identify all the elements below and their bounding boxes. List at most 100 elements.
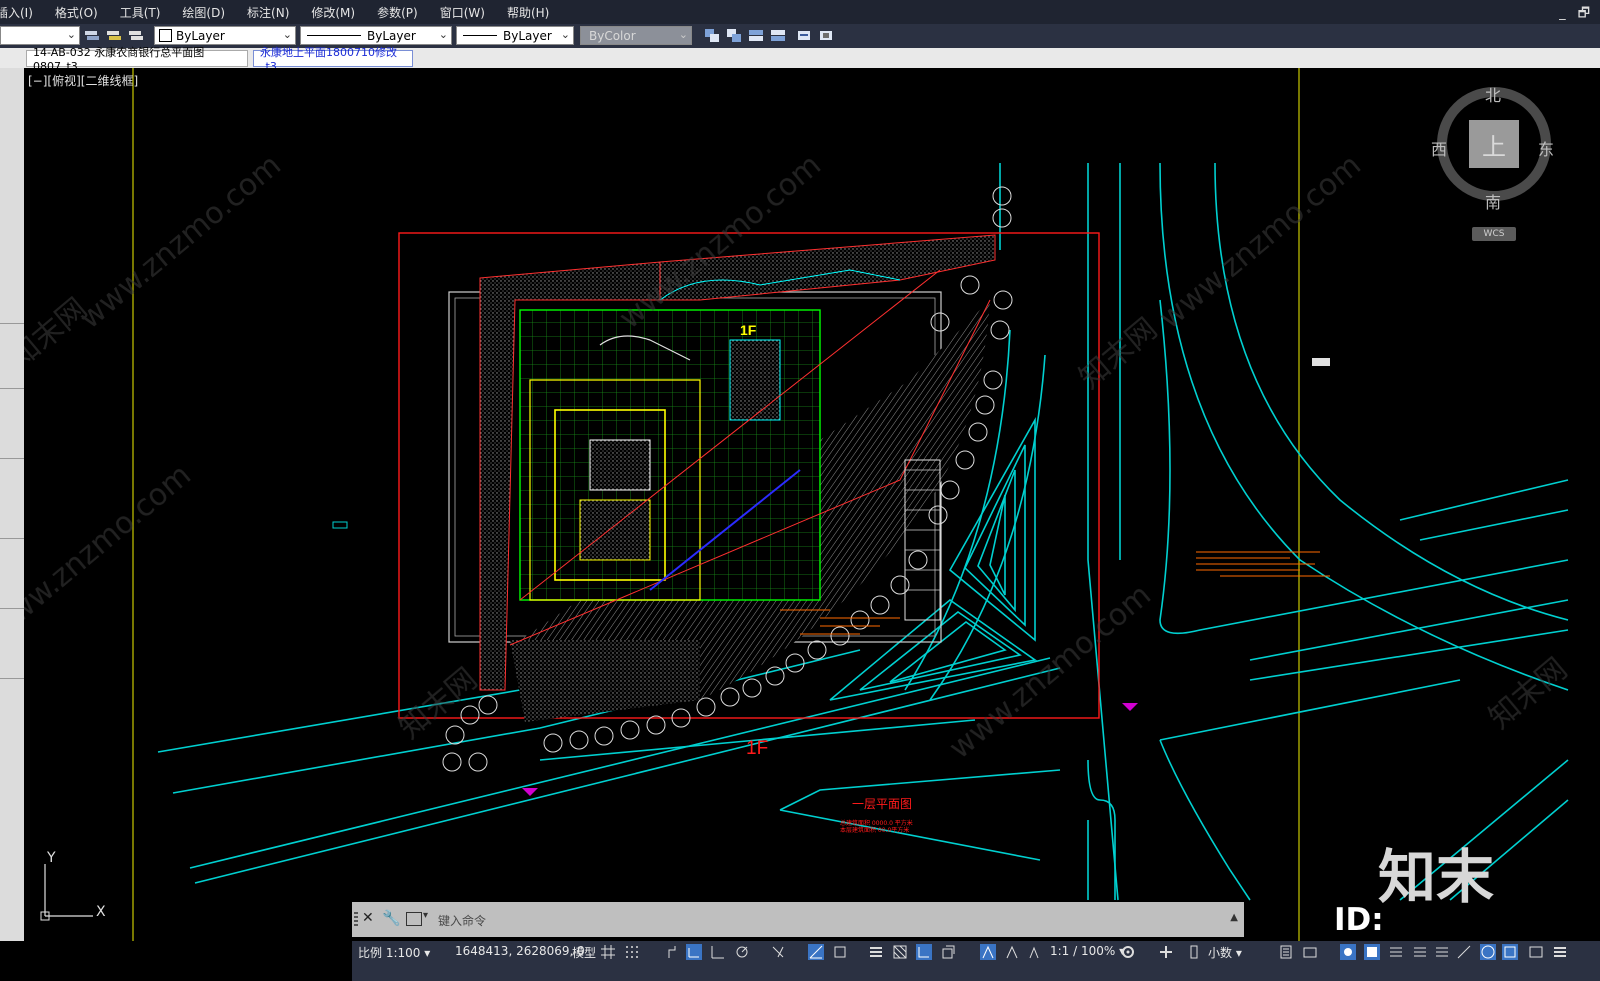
annotation-scale-dropdown[interactable]: 1:1 / 100% ▾ — [1050, 944, 1125, 958]
graphics-performance-icon[interactable] — [1456, 944, 1472, 960]
model-space-button[interactable]: 模型 — [572, 944, 596, 961]
menu-insert[interactable]: 插入(I) — [0, 4, 33, 21]
scale-dropdown[interactable]: 比例 1:100 ▾ — [358, 944, 430, 961]
annotation-scale-icon[interactable] — [1026, 944, 1042, 960]
units-dropdown[interactable]: 小数 ▾ — [1208, 944, 1242, 961]
chevron-down-icon[interactable]: ▾ — [423, 910, 428, 921]
chevron-down-icon: ⌄ — [282, 28, 292, 41]
coordinates-readout: 1648413, 2628069, 0 — [455, 944, 585, 958]
isodraft-icon[interactable] — [770, 944, 786, 960]
units-icon[interactable] — [1186, 944, 1202, 960]
drawing-canvas[interactable]: 1F 1F 一层平面图 总建筑面积 0000.0 平方米 本层建筑面积 00.0… — [24, 68, 1600, 941]
watermark-site-8: 知末网 — [393, 661, 484, 746]
send-to-back-icon[interactable] — [726, 28, 742, 43]
bring-above-icon[interactable] — [748, 28, 764, 43]
lineweight-icon[interactable] — [868, 944, 884, 960]
divider — [0, 608, 24, 609]
menu-tools[interactable]: 工具(T) — [120, 4, 161, 21]
plan-title: 一层平面图 — [852, 797, 912, 811]
text-front-icon[interactable] — [796, 28, 812, 43]
isolate-objects-icon[interactable] — [1340, 944, 1356, 960]
view-cube[interactable]: 北 西 东 南 上 WCS — [1430, 80, 1560, 250]
object-snap-tracking-icon[interactable] — [808, 944, 824, 960]
dynamic-input-icon[interactable] — [686, 944, 702, 960]
polar-tracking-icon[interactable] — [734, 944, 750, 960]
workspace-icon[interactable] — [1480, 944, 1496, 960]
object-snap-icon[interactable] — [832, 944, 848, 960]
hatch-back-icon[interactable] — [818, 28, 834, 43]
ortho-mode-icon[interactable] — [710, 944, 726, 960]
transparency-icon[interactable] — [892, 944, 908, 960]
wcs-menu-button[interactable]: WCS — [1472, 227, 1516, 241]
plotstyle-dropdown: ByColor ⌄ — [580, 26, 692, 45]
quick-properties-icon[interactable] — [1278, 944, 1294, 960]
menu-bar: 插入(I) 格式(O) 工具(T) 绘图(D) 标注(N) 修改(M) 参数(P… — [0, 0, 1600, 24]
marker-cyan — [332, 521, 348, 529]
chevron-down-icon: ⌄ — [560, 28, 570, 41]
ucs-icon: Y X — [38, 850, 118, 931]
divider — [0, 323, 24, 324]
chevron-up-icon[interactable]: ▲ — [1230, 912, 1238, 923]
units-value: 小数 — [1208, 946, 1233, 960]
make-current-layer-icon[interactable] — [106, 28, 122, 43]
tab-floor-plan[interactable]: 永康地上平面1800710修改_t3 — [253, 46, 413, 73]
window-controls[interactable]: _ 🗗 — [1559, 4, 1594, 26]
linetype-dropdown[interactable]: ByLayer ⌄ — [300, 26, 452, 45]
status-bar: 比例 1:100 ▾ 1648413, 2628069, 0 模型 1:1 / … — [0, 941, 1600, 981]
command-input[interactable] — [436, 910, 1220, 932]
menu-draw[interactable]: 绘图(D) — [182, 4, 225, 21]
menu-modify[interactable]: 修改(M) — [311, 4, 355, 21]
selection-cycling-icon[interactable] — [916, 944, 932, 960]
watermark-site-4: 知末网 — [1073, 311, 1164, 396]
plan-note-line2: 本层建筑面积 00.0平方米 — [840, 826, 909, 834]
annotation-visibility-icon[interactable] — [980, 944, 996, 960]
layout-list-icon[interactable] — [1434, 944, 1450, 960]
snap-mode-icon[interactable] — [624, 944, 640, 960]
command-history-icon[interactable] — [406, 912, 422, 926]
customization-icon[interactable] — [1412, 944, 1428, 960]
chevron-down-icon: ⌄ — [66, 28, 76, 41]
menu-parametric[interactable]: 参数(P) — [377, 4, 418, 21]
annotation-monitor-icon[interactable] — [1502, 944, 1518, 960]
compass-south[interactable]: 南 — [1485, 189, 1501, 213]
line-sample-icon — [307, 35, 361, 36]
layer-state-icon[interactable] — [84, 28, 100, 43]
grid-icon[interactable] — [600, 944, 616, 960]
auto-scale-icon[interactable] — [1004, 944, 1020, 960]
plus-icon[interactable] — [1158, 944, 1174, 960]
compass-north[interactable]: 北 — [1485, 82, 1501, 106]
hardware-acceleration-icon[interactable] — [1364, 944, 1380, 960]
compass-west[interactable]: 西 — [1431, 136, 1447, 160]
menu-format[interactable]: 格式(O) — [55, 4, 98, 21]
viewcube-top-face[interactable]: 上 — [1469, 120, 1519, 168]
layer-dropdown[interactable]: ⌄ — [0, 26, 80, 45]
status-bar-left-blank — [0, 941, 352, 981]
bring-to-front-icon[interactable] — [704, 28, 720, 43]
infer-constraints-icon[interactable] — [666, 944, 682, 960]
watermark-site-2: www.znzmo.com — [73, 148, 288, 337]
viewport-controls-label[interactable]: [−][俯视][二维线框] — [28, 72, 138, 89]
menu-window[interactable]: 窗口(W) — [440, 4, 485, 21]
3d-osnap-icon[interactable] — [940, 944, 956, 960]
gear-icon[interactable] — [1120, 944, 1136, 960]
tab-general-plan[interactable]: 14-AB-032 永康农商银行总平面图0807_t3 — [26, 46, 248, 73]
divider — [0, 678, 24, 679]
lock-ui-icon[interactable] — [1302, 944, 1318, 960]
status-bar-menu-icon[interactable] — [1552, 944, 1568, 960]
left-palette-strip[interactable] — [0, 68, 24, 941]
send-under-icon[interactable] — [770, 28, 786, 43]
layer-previous-icon[interactable] — [128, 28, 144, 43]
command-line: ✕ 🔧 ▾ ▲ — [352, 902, 1244, 937]
file-tab-bar: 14-AB-032 永康农商银行总平面图0807_t3 永康地上平面180071… — [0, 46, 1600, 73]
drag-handle-icon[interactable] — [354, 912, 358, 928]
lineweight-dropdown[interactable]: ByLayer ⌄ — [456, 26, 574, 45]
menu-dimension[interactable]: 标注(N) — [247, 4, 289, 21]
color-dropdown[interactable]: ByLayer ⌄ — [154, 26, 296, 45]
clean-screen-icon[interactable] — [1388, 944, 1404, 960]
watermark-site-6: www.znzmo.com — [24, 458, 198, 647]
fullscreen-icon[interactable] — [1528, 944, 1544, 960]
compass-east[interactable]: 东 — [1538, 136, 1554, 160]
close-icon[interactable]: ✕ — [362, 910, 374, 926]
wrench-icon[interactable]: 🔧 — [382, 909, 401, 927]
menu-help[interactable]: 帮助(H) — [507, 4, 549, 21]
